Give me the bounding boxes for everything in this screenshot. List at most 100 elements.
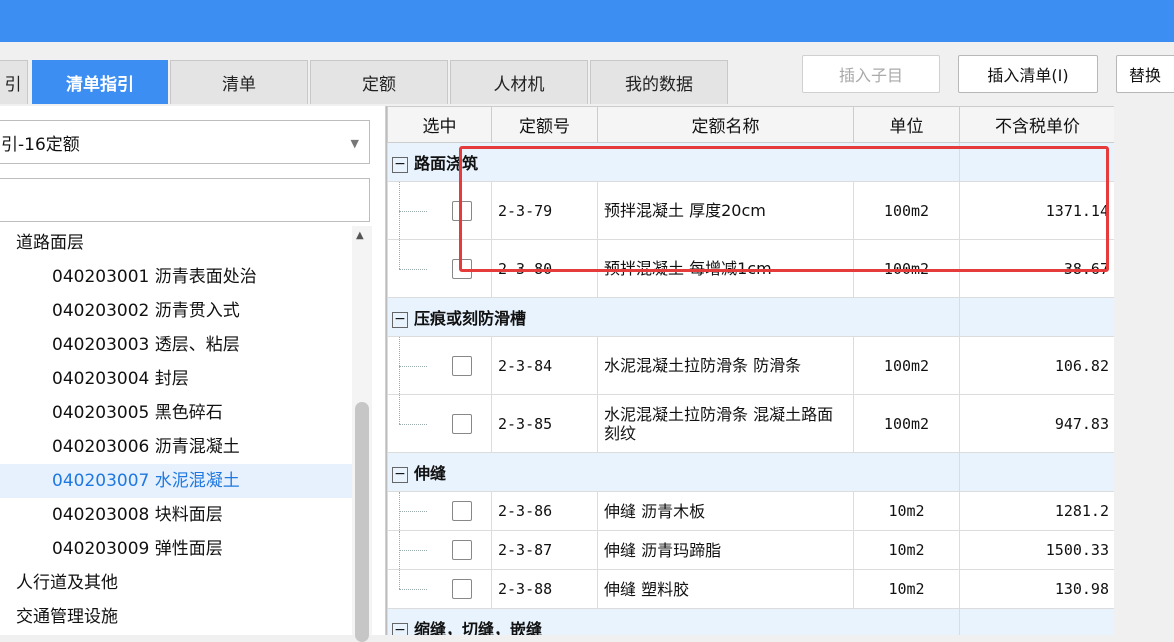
quota-library-value: 引-16定额: [1, 134, 80, 155]
quota-grid: 选中 定额号 定额名称 单位 不含税单价 − 路面浇筑 2-3-79 预拌混凝土 厚度…: [386, 106, 1114, 635]
quota-name: 伸缝 沥青木板: [597, 491, 854, 531]
quota-price: 1371.14: [959, 181, 1114, 240]
quota-unit: 100m2: [853, 336, 960, 395]
scroll-thumb[interactable]: [355, 402, 369, 642]
quota-name: 水泥混凝土拉防滑条 混凝土路面刻纹: [597, 394, 854, 453]
quota-code: 2-3-85: [491, 394, 598, 453]
quota-library-select[interactable]: 引-16定额 ▼: [0, 120, 370, 164]
group-price-cell: [959, 297, 1114, 337]
tree-item[interactable]: 040203008 块料面层: [0, 498, 352, 532]
table-row[interactable]: 2-3-79 预拌混凝土 厚度20cm 100m2 1371.14: [387, 181, 1114, 240]
quota-code: 2-3-88: [491, 569, 598, 609]
tab-labor-material-machine[interactable]: 人材机: [450, 60, 588, 104]
quota-code: 2-3-84: [491, 336, 598, 395]
collapse-icon[interactable]: −: [392, 156, 408, 173]
insert-child-button[interactable]: 插入子目: [802, 55, 940, 93]
row-checkbox[interactable]: [452, 501, 472, 521]
table-row[interactable]: 2-3-88 伸缝 塑料胶 10m2 130.98: [387, 569, 1114, 609]
column-header-unit[interactable]: 单位: [853, 106, 960, 143]
group-row[interactable]: − 伸缝: [387, 452, 1114, 492]
select-cell: [387, 530, 492, 570]
select-cell: [387, 569, 492, 609]
tree-item[interactable]: 040203002 沥青贯入式: [0, 294, 352, 328]
tree-item[interactable]: 040203007 水泥混凝土: [0, 464, 352, 498]
quota-price: 1281.2: [959, 491, 1114, 531]
quota-unit: 10m2: [853, 530, 960, 570]
tree-connector: [399, 240, 400, 269]
group-price-cell: [959, 142, 1114, 182]
group-title: 路面浇筑: [414, 154, 479, 173]
select-cell: [387, 181, 492, 240]
tab-partial-left[interactable]: 引: [0, 60, 28, 104]
row-checkbox[interactable]: [452, 355, 472, 376]
row-checkbox[interactable]: [452, 579, 472, 599]
quota-price: 38.67: [959, 239, 1114, 298]
title-bar: [0, 0, 1174, 42]
quota-unit: 10m2: [853, 491, 960, 531]
quota-price: 1500.33: [959, 530, 1114, 570]
quota-code: 2-3-87: [491, 530, 598, 570]
column-header-code[interactable]: 定额号: [491, 106, 598, 143]
tab-list[interactable]: 清单: [170, 60, 308, 104]
scroll-up-icon[interactable]: ▲: [356, 230, 364, 241]
select-cell: [387, 491, 492, 531]
select-cell: [387, 336, 492, 395]
quota-unit: 100m2: [853, 394, 960, 453]
tree-category[interactable]: 人行道及其他: [0, 566, 352, 600]
quota-unit: 100m2: [853, 181, 960, 240]
group-title: 伸缝: [414, 464, 447, 483]
quota-unit: 100m2: [853, 239, 960, 298]
column-header-name[interactable]: 定额名称: [597, 106, 854, 143]
tree-connector: [399, 511, 427, 512]
chevron-down-icon[interactable]: ▼: [351, 137, 359, 150]
tab-my-data[interactable]: 我的数据: [590, 60, 728, 104]
right-empty-area: [1114, 106, 1174, 635]
tab-list-guide[interactable]: 清单指引: [32, 60, 168, 104]
collapse-icon[interactable]: −: [392, 622, 408, 635]
tree-category[interactable]: 交通管理设施: [0, 600, 352, 634]
column-header-select[interactable]: 选中: [387, 106, 492, 143]
table-row[interactable]: 2-3-84 水泥混凝土拉防滑条 防滑条 100m2 106.82: [387, 336, 1114, 395]
table-row[interactable]: 2-3-85 水泥混凝土拉防滑条 混凝土路面刻纹 100m2 947.83: [387, 394, 1114, 453]
group-title: 缩缝，切缝，嵌缝: [414, 620, 543, 635]
table-row[interactable]: 2-3-87 伸缝 沥青玛蹄脂 10m2 1500.33: [387, 530, 1114, 570]
tree-scrollbar[interactable]: ▲: [352, 226, 372, 642]
quota-name: 预拌混凝土 每增减1cm: [597, 239, 854, 298]
group-title: 压痕或刻防滑槽: [414, 309, 527, 328]
guide-panel: 引-16定额 ▼ 道路面层 040203001 沥青表面处治 040203002 沥…: [0, 106, 386, 642]
table-row[interactable]: 2-3-80 预拌混凝土 每增减1cm 100m2 38.67: [387, 239, 1114, 298]
collapse-icon[interactable]: −: [392, 466, 408, 483]
quota-code: 2-3-86: [491, 491, 598, 531]
quota-code: 2-3-80: [491, 239, 598, 298]
tree-connector: [399, 550, 427, 551]
quota-name: 水泥混凝土拉防滑条 防滑条: [597, 336, 854, 395]
tree-item[interactable]: 040203009 弹性面层: [0, 532, 352, 566]
tab-quota[interactable]: 定额: [310, 60, 448, 104]
tree-item[interactable]: 040203004 封层: [0, 362, 352, 396]
column-header-price[interactable]: 不含税单价: [959, 106, 1114, 143]
tree-item[interactable]: 040203005 黑色碎石: [0, 396, 352, 430]
row-checkbox[interactable]: [452, 413, 472, 434]
row-checkbox[interactable]: [452, 200, 472, 221]
quota-unit: 10m2: [853, 569, 960, 609]
collapse-icon[interactable]: −: [392, 311, 408, 328]
select-cell: [387, 394, 492, 453]
quota-price: 106.82: [959, 336, 1114, 395]
row-checkbox[interactable]: [452, 540, 472, 560]
tree-item[interactable]: 040203006 沥青混凝土: [0, 430, 352, 464]
row-checkbox[interactable]: [452, 258, 472, 279]
replace-button[interactable]: 替换: [1116, 55, 1174, 93]
tree-item[interactable]: 040203003 透层、粘层: [0, 328, 352, 362]
group-row[interactable]: − 路面浇筑: [387, 142, 1114, 182]
group-row[interactable]: − 压痕或刻防滑槽: [387, 297, 1114, 337]
table-row[interactable]: 2-3-86 伸缝 沥青木板 10m2 1281.2: [387, 491, 1114, 531]
select-cell: [387, 239, 492, 298]
tree-item[interactable]: 040203001 沥青表面处治: [0, 260, 352, 294]
search-input[interactable]: [0, 178, 370, 222]
tree-category[interactable]: 道路面层: [0, 226, 352, 260]
group-row[interactable]: − 缩缝，切缝，嵌缝: [387, 608, 1114, 635]
tree-connector: [399, 395, 400, 424]
insert-list-button[interactable]: 插入清单(I): [958, 55, 1098, 93]
quota-price: 130.98: [959, 569, 1114, 609]
quota-name: 伸缝 塑料胶: [597, 569, 854, 609]
